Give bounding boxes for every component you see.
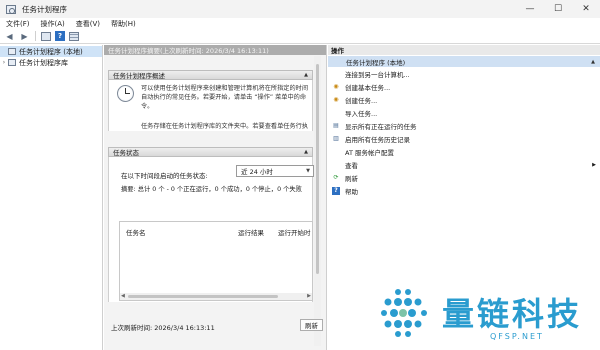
forward-arrow-icon[interactable]: ▶ [19,31,30,42]
action-label: 导入任务... [345,109,378,118]
menu-file[interactable]: 文件(F) [6,19,30,29]
action-label: 启用所有任务历史记录 [345,135,410,144]
maximize-button[interactable]: ☐ [544,0,572,18]
action-enable-history[interactable]: ▥ 启用所有任务历史记录 [328,132,600,145]
overview-body: 可以使用任务计划程序来创建和管理计算机将在所指定的时间自动执行的常见任务。若要开… [108,80,313,131]
chevron-down-icon: ▼ [306,168,310,174]
collapse-icon[interactable]: ▲ [591,59,595,65]
refresh-button[interactable]: 刷新 [300,319,323,331]
toolbar: ◀ ▶ ? [0,29,600,44]
folder-icon [8,59,16,66]
action-label: 创建任务... [345,96,378,105]
blank-icon [332,161,340,169]
blank-icon [332,70,340,78]
action-refresh[interactable]: ⟳ 刷新 [328,171,600,184]
summary-footer: 上次刷新时间: 2026/3/4 16:13:11 刷新 [108,319,323,341]
action-label: 刷新 [345,174,358,183]
scheduler-node-icon [8,48,16,55]
action-label: 创建基本任务... [345,83,391,92]
menu-view[interactable]: 查看(V) [76,19,100,29]
blank-icon [332,148,340,156]
collapse-icon[interactable]: ▲ [304,72,308,78]
action-create-basic-task[interactable]: ◉ 创建基本任务... [328,80,600,93]
task-status-table[interactable]: 任务名 运行结果 运行开始时 ◀ ▶ [119,221,313,301]
action-show-running[interactable]: ▤ 显示所有正在运行的任务 [328,119,600,132]
submenu-arrow-icon: ▶ [592,161,596,168]
tree-item-label: 任务计划程序库 [19,58,68,67]
task-scheduler-icon [6,4,16,14]
help-icon: ? [332,186,340,195]
column-header[interactable]: 任务名 [126,227,146,237]
action-label: 帮助 [345,187,358,196]
title-bar: 任务计划程序 — ☐ ✕ [0,0,600,18]
menu-action[interactable]: 操作(A) [41,19,65,29]
action-import-task[interactable]: 导入任务... [328,106,600,119]
vertical-scrollbar[interactable] [314,56,321,346]
clock-icon [117,85,134,102]
actions-title: 操作 [328,45,600,55]
window-title: 任务计划程序 [22,4,67,14]
scroll-right-icon[interactable]: ▶ [307,293,311,299]
overview-text: 可以使用任务计划程序来创建和管理计算机将在所指定的时间自动执行的常见任务。若要开… [141,85,309,111]
scroll-left-icon[interactable]: ◀ [121,293,125,299]
status-period-label: 在以下时间段启动的任务状态: [121,172,208,180]
close-button[interactable]: ✕ [572,0,600,18]
show-hide-action-pane-icon[interactable] [69,31,79,41]
watermark-name: 量链科技 [442,295,583,333]
action-create-task[interactable]: ◉ 创建任务... [328,93,600,106]
actions-group-header[interactable]: 任务计划程序 (本地) ▲ [328,56,600,67]
overview-section-header[interactable]: 任务计划程序概述 ▲ [108,70,313,80]
column-header[interactable]: 运行结果 [238,227,264,237]
back-arrow-icon[interactable]: ◀ [4,31,15,42]
history-icon: ▥ [333,135,339,142]
action-at-service[interactable]: AT 服务帐户配置 [328,145,600,158]
select-value: 近 24 小时 [241,168,273,176]
task-status-section-header[interactable]: 任务状态 ▲ [108,147,313,157]
watermark-logo: 量链科技 QFSP.NET [378,282,600,350]
watermark-dots-icon [381,289,427,337]
summary-pane: 任务计划程序摘要(上次刷新时间: 2026/3/4 16:13:11) 任务计划… [104,45,327,350]
help-icon[interactable]: ? [55,31,65,41]
action-label: 显示所有正在运行的任务 [345,122,417,131]
action-help[interactable]: ? 帮助 [328,184,600,197]
status-summary: 摘要: 总计 0 个 - 0 个正在运行，0 个成功，0 个停止，0 个失败 [121,186,302,193]
toolbar-divider [35,31,36,41]
task-icon: ◉ [333,96,339,103]
status-period-select[interactable]: 近 24 小时 ▼ [236,165,314,177]
list-icon: ▤ [333,122,339,129]
menu-bar: 文件(F) 操作(A) 查看(V) 帮助(H) [0,18,600,29]
task-icon: ◉ [333,83,339,90]
tree-item-label: 任务计划程序 (本地) [19,47,83,56]
action-view[interactable]: 查看 ▶ [328,158,600,171]
show-hide-console-tree-icon[interactable] [41,31,51,41]
task-status-body: 在以下时间段启动的任务状态: 近 24 小时 ▼ 摘要: 总计 0 个 - 0 … [108,157,314,302]
menu-help[interactable]: 帮助(H) [111,19,136,29]
last-refresh-time: 上次刷新时间: 2026/3/4 16:13:11 [111,324,215,332]
column-header[interactable]: 运行开始时 [278,227,311,237]
section-title: 任务状态 [113,149,139,157]
scroll-thumb[interactable] [128,295,278,298]
blank-icon [332,109,340,117]
action-connect[interactable]: 连接到另一台计算机... [328,67,600,80]
watermark-url: QFSP.NET [490,332,544,341]
scroll-thumb[interactable] [316,64,319,274]
tree-item-library[interactable]: › 任务计划程序库 [0,57,102,68]
summary-header: 任务计划程序摘要(上次刷新时间: 2026/3/4 16:13:11) [104,45,326,55]
horizontal-scrollbar[interactable]: ◀ ▶ [120,293,312,300]
chevron-right-icon[interactable]: › [0,59,8,66]
console-tree: 任务计划程序 (本地) › 任务计划程序库 [0,45,103,350]
action-label: AT 服务帐户配置 [345,148,394,157]
tree-item-local[interactable]: 任务计划程序 (本地) [0,46,102,57]
collapse-icon[interactable]: ▲ [304,149,308,155]
minimize-button[interactable]: — [516,0,544,18]
group-label: 任务计划程序 (本地) [346,58,406,67]
action-label: 连接到另一台计算机... [345,70,410,79]
section-title: 任务计划程序概述 [113,72,165,80]
overview-text-2: 任务存储在任务计划程序库的文件夹中。若要查看单任务行执行操作，请在任务计划程序库… [141,123,309,130]
action-label: 查看 [345,161,358,170]
refresh-icon: ⟳ [333,174,339,181]
